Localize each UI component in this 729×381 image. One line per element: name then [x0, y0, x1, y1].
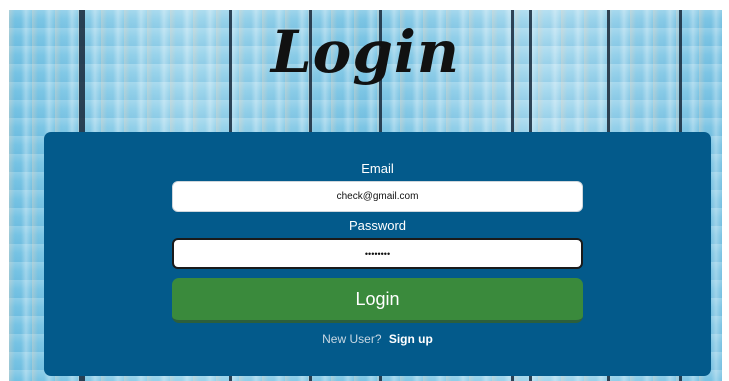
email-field[interactable] — [172, 181, 583, 212]
login-button[interactable]: Login — [172, 278, 583, 323]
signup-row: New User? Sign up — [44, 332, 711, 346]
signup-link[interactable]: Sign up — [389, 332, 433, 346]
new-user-text: New User? — [322, 332, 382, 346]
password-label: Password — [348, 218, 407, 233]
page-title: Login — [270, 18, 461, 86]
password-field[interactable] — [172, 238, 583, 269]
login-panel: Email Password Login New User? Sign up — [44, 132, 711, 376]
email-label: Email — [361, 161, 394, 176]
